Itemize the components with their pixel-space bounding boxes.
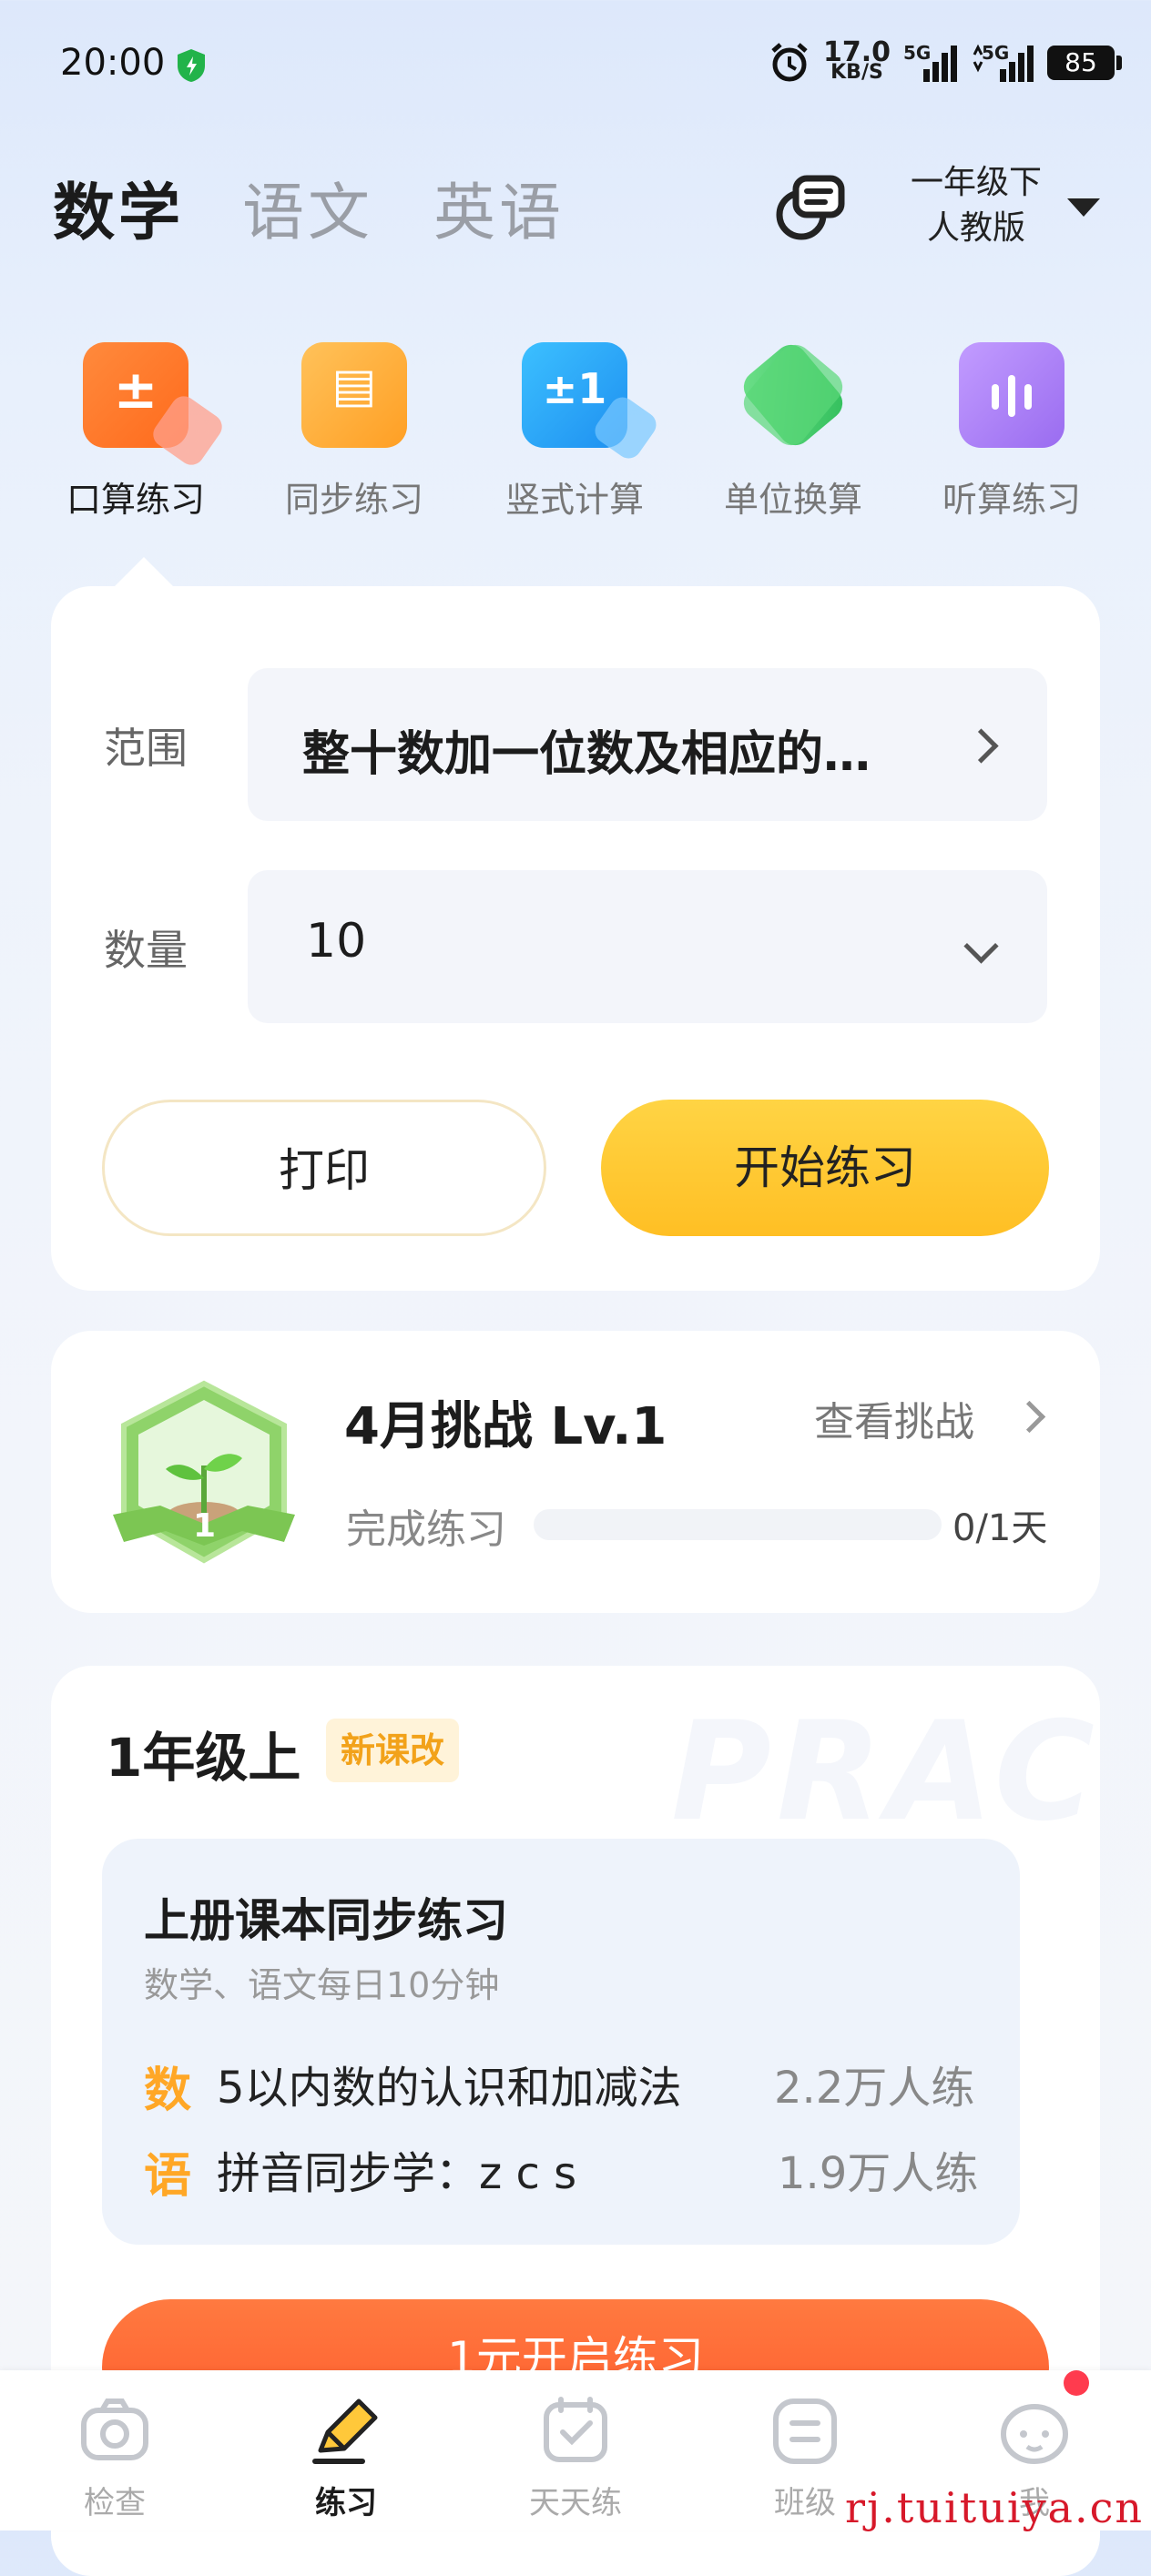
tab-english[interactable]: 英语 [433, 162, 565, 252]
course-row-count: 1.9万人练 [778, 2148, 979, 2199]
count-value: 10 [306, 914, 367, 969]
new-curriculum-tag: 新课改 [326, 1719, 460, 1782]
count-label: 数量 [104, 926, 188, 975]
status-time: 20:00 [60, 42, 166, 84]
math-subject-icon: 数 [144, 2064, 192, 2118]
network-speed: 17.0 KB/S [822, 36, 891, 84]
tab-math[interactable]: 数学 [53, 162, 184, 252]
tab-chinese[interactable]: 语文 [242, 162, 373, 252]
plus-minus-icon: ± [83, 342, 228, 471]
start-practice-button[interactable]: 开始练习 [601, 1100, 1049, 1236]
signal-1: 5G [903, 42, 958, 84]
category-oral-calc[interactable]: ± 口算练习 [49, 342, 228, 522]
badge-level: 1 [193, 1507, 217, 1545]
category-label: 口算练习 [66, 480, 205, 520]
nav-label: 练习 [315, 2485, 377, 2521]
sync-practice-subtitle: 数学、语文每日10分钟 [144, 1965, 500, 2005]
active-category-pointer [113, 557, 175, 588]
challenge-title: 4月挑战 Lv.1 [344, 1397, 667, 1456]
course-grade-title: 1年级上 [106, 1727, 301, 1789]
audio-wave-icon [959, 342, 1064, 448]
camera-icon [81, 2399, 148, 2460]
nav-check[interactable]: 检查 [33, 2392, 197, 2522]
homework-check-icon[interactable] [774, 171, 845, 242]
category-unit-conversion[interactable]: 单位换算 [707, 338, 880, 522]
site-watermark: rj.tuituiya.cn [845, 2483, 1144, 2532]
sync-practice-title: 上册课本同步练习 [144, 1894, 508, 1947]
vertical-calc-icon: ±1 [522, 342, 661, 463]
nav-practice[interactable]: 练习 [264, 2392, 428, 2522]
class-list-icon [773, 2399, 837, 2464]
calendar-check-icon [544, 2397, 607, 2462]
nav-label: 天天练 [529, 2485, 622, 2521]
nav-label: 检查 [84, 2485, 146, 2521]
status-indicators: 17.0 KB/S 5G 5G 85 [769, 36, 1122, 84]
grade-line2: 人教版 [927, 209, 1026, 247]
grade-selector[interactable]: 一年级下 人教版 [911, 160, 1042, 251]
notification-dot [1064, 2370, 1089, 2396]
battery-indicator: 85 [1047, 46, 1122, 80]
chinese-subject-icon: 语 [144, 2149, 192, 2204]
course-row-count: 2.2万人练 [774, 2063, 975, 2114]
range-label: 范围 [104, 724, 188, 773]
category-vertical-calc[interactable]: ±1 竖式计算 [488, 342, 661, 522]
course-row-text[interactable]: 拼音同步学：z c s [217, 2137, 576, 2201]
ruler-icon [737, 338, 850, 452]
category-sync-practice[interactable]: ▤ 同步练习 [268, 342, 441, 522]
alarm-icon [771, 43, 808, 82]
pencil-icon [312, 2399, 378, 2464]
security-shield-icon [178, 49, 205, 82]
view-challenge-link[interactable]: 查看挑战 [814, 1389, 974, 1447]
book-icon: ▤ [301, 342, 407, 448]
category-label: 竖式计算 [504, 480, 644, 520]
count-selector[interactable] [248, 870, 1047, 1023]
watermark-text: PRAC [671, 1693, 1100, 1851]
nav-daily[interactable]: 天天练 [494, 2392, 657, 2522]
grade-line1: 一年级下 [911, 164, 1043, 201]
signal-2: 5G [971, 42, 1034, 84]
category-listening-calc[interactable]: 听算练习 [925, 342, 1098, 522]
category-label: 听算练习 [942, 480, 1081, 520]
category-label: 单位换算 [723, 480, 862, 520]
range-value: 整十数加一位数及相应的… [302, 727, 871, 782]
category-label: 同步练习 [284, 480, 423, 520]
course-row-text[interactable]: 5以内数的认识和加减法 [217, 2052, 682, 2115]
challenge-count: 0/1天 [952, 1507, 1048, 1549]
challenge-progress-bar [534, 1509, 942, 1540]
caret-down-icon[interactable] [1067, 198, 1100, 217]
profile-face-icon [1001, 2404, 1068, 2464]
print-button[interactable]: 打印 [102, 1100, 546, 1236]
challenge-done-label: 完成练习 [346, 1506, 506, 1553]
